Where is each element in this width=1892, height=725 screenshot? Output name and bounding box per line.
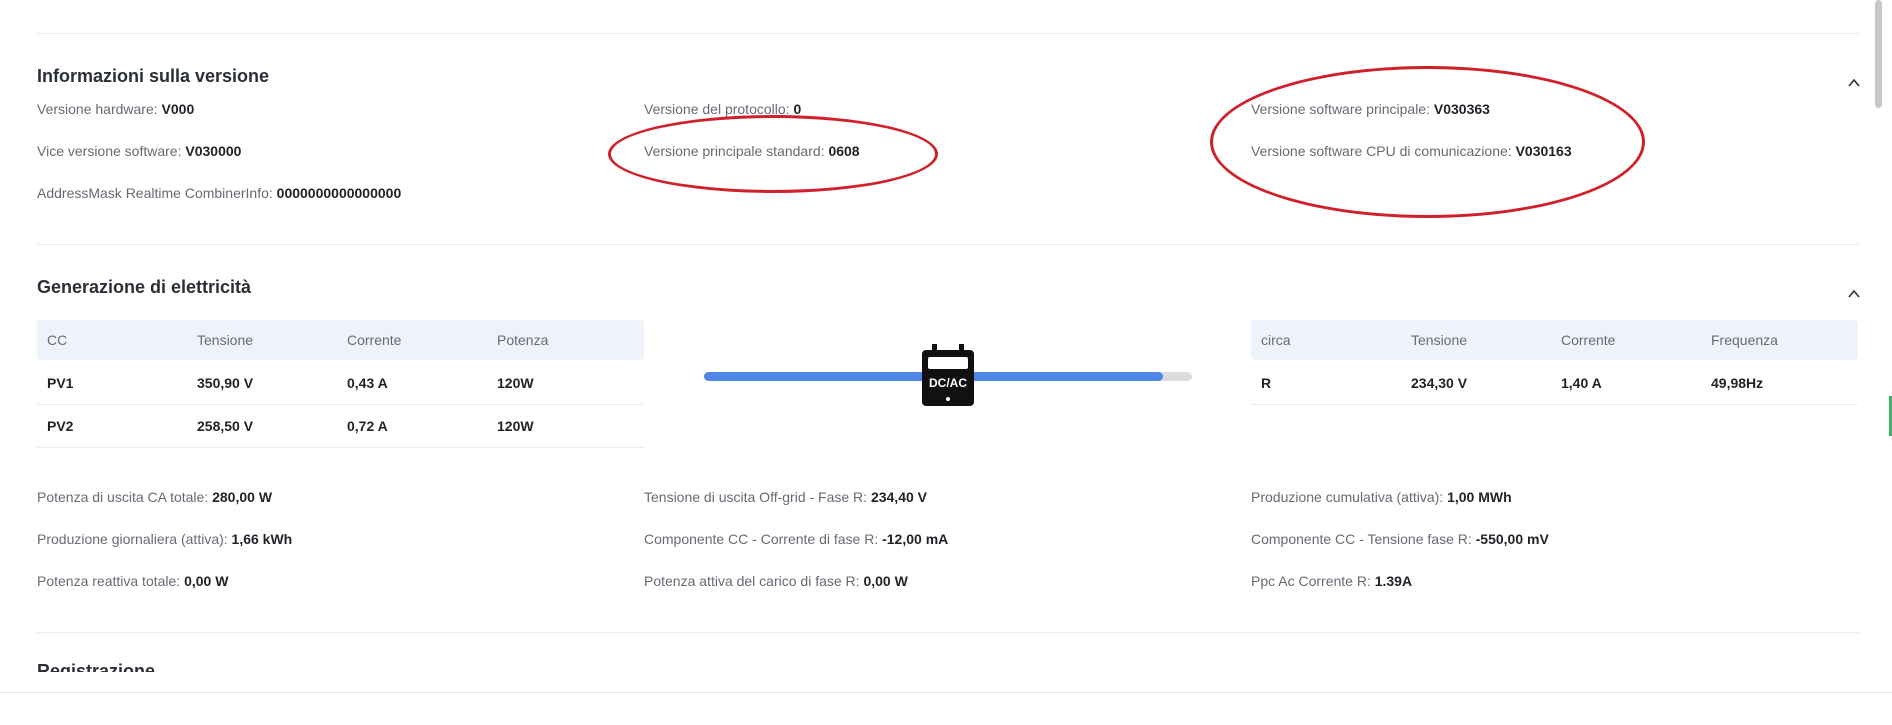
inverter-dc-ac-icon: DC/AC xyxy=(922,344,974,406)
ac-table-header: circa Tensione Corrente Frequenza xyxy=(1251,320,1858,360)
load-active-power-phase-r: Potenza attiva del carico di fase R: 0,0… xyxy=(644,573,908,589)
dc-header-current: Corrente xyxy=(347,332,402,348)
table-row: PV1 350,90 V 0,43 A 120W xyxy=(37,362,644,405)
bottom-bar xyxy=(0,692,1892,725)
ppc-ac-current-r: Ppc Ac Corrente R: 1.39A xyxy=(1251,573,1413,589)
table-cell: 120W xyxy=(497,418,534,434)
standard-main-version: Versione principale standard: 0608 xyxy=(644,143,860,159)
total-reactive-power: Potenza reattiva totale: 0,00 W xyxy=(37,573,229,589)
daily-production: Produzione giornaliera (attiva): 1,66 kW… xyxy=(37,531,293,547)
ac-output-table: circa Tensione Corrente Frequenza R 234,… xyxy=(1251,320,1858,405)
ac-header-voltage: Tensione xyxy=(1411,332,1468,348)
table-cell: PV2 xyxy=(47,418,74,434)
hardware-version: Versione hardware: V000 xyxy=(37,101,195,117)
collapse-generation-chevron-up-icon[interactable] xyxy=(1846,286,1862,302)
table-cell: PV1 xyxy=(47,375,74,391)
cumulative-production: Produzione cumulativa (attiva): 1,00 MWh xyxy=(1251,489,1512,505)
page: Informazioni sulla versione Versione har… xyxy=(0,0,1892,692)
dc-table-header: CC Tensione Corrente Potenza xyxy=(37,320,644,360)
ac-header-current: Corrente xyxy=(1561,332,1616,348)
ac-header-phase: circa xyxy=(1261,332,1291,348)
protocol-version: Versione del protocollo: 0 xyxy=(644,101,802,117)
dc-component-voltage-phase-r: Componente CC - Tensione fase R: -550,00… xyxy=(1251,531,1549,547)
table-cell: R xyxy=(1261,375,1272,391)
dc-header-cc: CC xyxy=(47,332,68,348)
addressmask-combiner-info: AddressMask Realtime CombinerInfo: 00000… xyxy=(37,185,402,201)
table-cell: 0,43 A xyxy=(347,375,388,391)
collapse-version-chevron-up-icon[interactable] xyxy=(1846,75,1862,91)
communication-cpu-software-version: Versione software CPU di comunicazione: … xyxy=(1251,143,1572,159)
table-cell: 0,72 A xyxy=(347,418,388,434)
dc-input-table: CC Tensione Corrente Potenza PV1 350,90 … xyxy=(37,320,644,448)
dc-component-current-phase-r: Componente CC - Corrente di fase R: -12,… xyxy=(644,531,949,547)
dc-header-power: Potenza xyxy=(497,332,549,348)
ac-header-frequency: Frequenza xyxy=(1711,332,1778,348)
table-cell: 234,30 V xyxy=(1411,375,1468,391)
divider xyxy=(37,33,1859,34)
table-cell: 1,40 A xyxy=(1561,375,1602,391)
table-cell: 350,90 V xyxy=(197,375,254,391)
offgrid-output-voltage-phase-r: Tensione di uscita Off-grid - Fase R: 23… xyxy=(644,489,928,505)
scrollbar-thumb[interactable] xyxy=(1875,0,1882,108)
generation-section-title: Generazione di elettricità xyxy=(37,277,252,297)
version-section-title: Informazioni sulla versione xyxy=(37,66,270,86)
divider xyxy=(37,244,1859,245)
total-ac-output-power: Potenza di uscita CA totale: 280,00 W xyxy=(37,489,273,505)
dc-header-voltage: Tensione xyxy=(197,332,254,348)
table-row: R 234,30 V 1,40 A 49,98Hz xyxy=(1251,362,1858,405)
table-cell: 258,50 V xyxy=(197,418,254,434)
table-cell: 120W xyxy=(497,375,534,391)
next-section-title: Registrazione xyxy=(37,662,156,672)
table-cell: 49,98Hz xyxy=(1711,375,1764,391)
vice-software-version: Vice versione software: V030000 xyxy=(37,143,242,159)
table-row: PV2 258,50 V 0,72 A 120W xyxy=(37,405,644,448)
converter-label: DC/AC xyxy=(929,376,967,390)
main-software-version: Versione software principale: V030363 xyxy=(1251,101,1490,117)
divider xyxy=(37,632,1859,633)
